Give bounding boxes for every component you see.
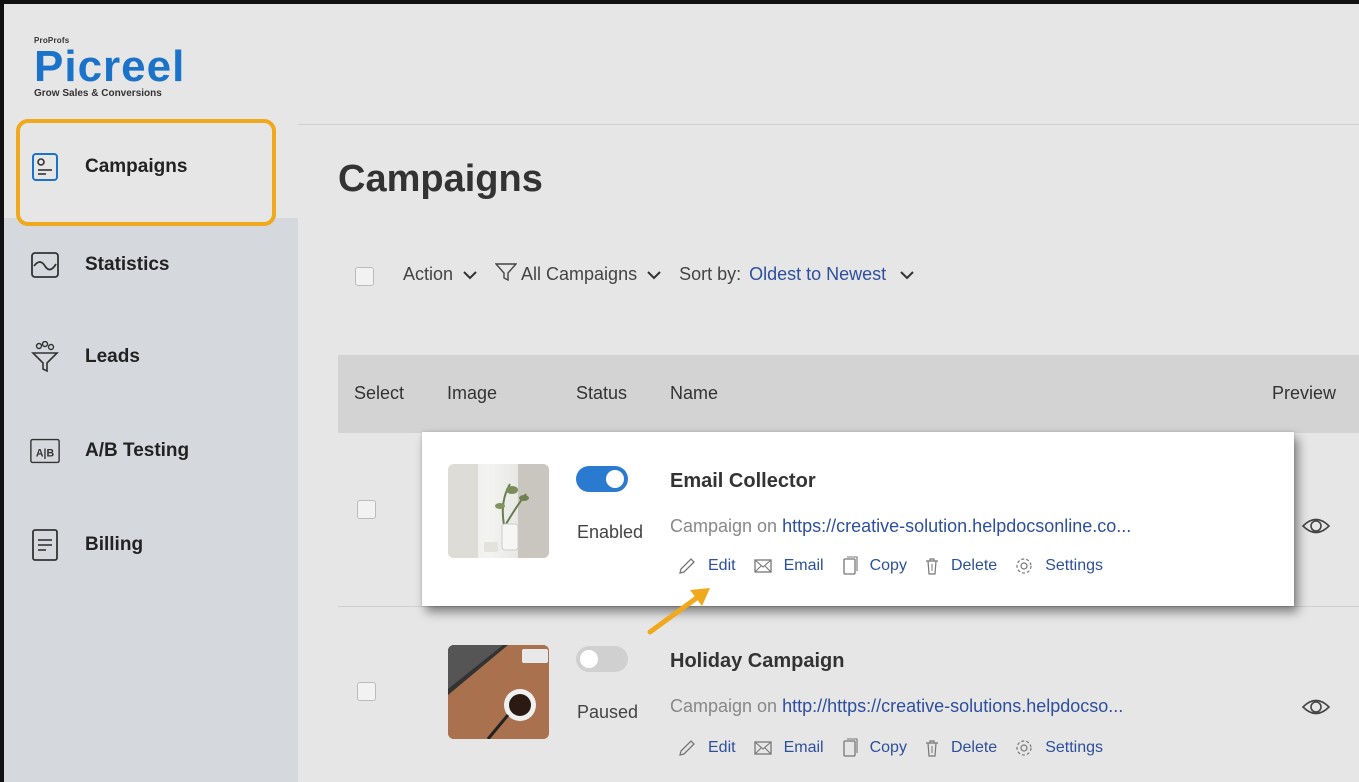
column-header-select: Select: [354, 383, 405, 403]
filter-dropdown[interactable]: All Campaigns: [494, 262, 679, 287]
campaign-thumbnail: [448, 464, 549, 558]
sidebar-item-statistics[interactable]: Statistics: [30, 250, 169, 280]
sidebar-item-ab-testing[interactable]: A|B A/B Testing: [30, 436, 189, 466]
filter-icon: [494, 262, 518, 287]
sort-dropdown[interactable]: Sort by: Oldest to Newest: [679, 264, 932, 285]
action-label: Email: [783, 557, 824, 574]
status-toggle[interactable]: [576, 646, 628, 672]
row-divider: [338, 606, 1359, 607]
funnel-icon: [30, 341, 60, 373]
copy-icon: [842, 738, 858, 757]
toggle-knob: [606, 470, 624, 488]
billing-icon: [30, 529, 60, 561]
row-actions: Edit Email Copy Delete Settings: [678, 738, 1121, 758]
delete-button[interactable]: Delete: [925, 557, 997, 575]
sidebar-item-label: Statistics: [85, 254, 170, 275]
sort-value: Oldest to Newest: [749, 264, 887, 284]
brand-product: Picreel: [34, 42, 186, 91]
edit-button[interactable]: Edit: [678, 739, 736, 757]
header-divider: [298, 124, 1359, 125]
gear-icon: [1016, 740, 1032, 756]
settings-button[interactable]: Settings: [1015, 557, 1103, 575]
table-row: Enabled Email Collector Campaign on http…: [422, 432, 1294, 606]
page-title: Campaigns: [338, 158, 543, 200]
sidebar-item-label: A/B Testing: [85, 440, 190, 461]
svg-text:A|B: A|B: [36, 447, 55, 459]
row-actions: Edit Email Copy Delete Settings: [678, 556, 1121, 576]
trash-icon: [925, 740, 938, 757]
column-header-image: Image: [447, 383, 498, 403]
action-dropdown[interactable]: Action: [403, 264, 495, 285]
campaign-icon: [30, 152, 60, 182]
action-label: Settings: [1045, 739, 1104, 756]
row-checkbox[interactable]: [357, 682, 376, 701]
copy-button[interactable]: Copy: [842, 738, 907, 758]
preview-eye-icon[interactable]: [1301, 516, 1331, 541]
status-text: Enabled: [577, 522, 644, 542]
toggle-knob: [580, 650, 598, 668]
action-label: Copy: [869, 739, 907, 756]
column-header-status: Status: [576, 383, 628, 403]
envelope-icon: [753, 559, 772, 573]
chevron-down-icon: [463, 264, 477, 285]
chevron-down-icon: [900, 264, 914, 285]
campaign-name[interactable]: Email Collector: [670, 470, 816, 493]
campaign-name[interactable]: Holiday Campaign: [670, 650, 844, 673]
delete-button[interactable]: Delete: [925, 739, 997, 757]
edit-button[interactable]: Edit: [678, 557, 736, 575]
chevron-down-icon: [647, 264, 661, 285]
brand-logo[interactable]: ProProfs Picreel Grow Sales & Conversion…: [34, 36, 185, 99]
action-label: Edit: [708, 739, 736, 756]
sidebar-item-label: Billing: [85, 534, 144, 555]
campaign-target-prefix: Campaign on: [670, 516, 778, 536]
campaign-target: Campaign on http://https://creative-solu…: [670, 696, 1123, 717]
sidebar-item-campaigns[interactable]: Campaigns: [30, 152, 187, 182]
email-button[interactable]: Email: [753, 557, 824, 575]
gear-icon: [1016, 558, 1032, 574]
action-label: Edit: [708, 557, 736, 574]
settings-button[interactable]: Settings: [1015, 739, 1103, 757]
row-checkbox[interactable]: [357, 500, 376, 519]
action-label: Action: [403, 264, 454, 284]
sort-prefix: Sort by:: [679, 264, 742, 284]
action-label: Delete: [950, 557, 998, 574]
status-text: Paused: [577, 702, 639, 722]
action-label: Copy: [869, 557, 907, 574]
envelope-icon: [753, 741, 772, 755]
ab-testing-icon: A|B: [30, 436, 60, 466]
filter-label: All Campaigns: [521, 264, 638, 284]
pencil-icon: [679, 558, 695, 574]
copy-icon: [842, 556, 858, 575]
column-header-name: Name: [670, 383, 719, 403]
email-button[interactable]: Email: [753, 739, 824, 757]
action-label: Delete: [950, 739, 998, 756]
sidebar-item-label: Leads: [85, 346, 140, 367]
copy-button[interactable]: Copy: [842, 556, 907, 576]
table-header: Select Image Status Name Preview: [338, 355, 1359, 433]
annotation-arrow-icon: [647, 588, 710, 635]
select-all-checkbox[interactable]: [355, 267, 374, 286]
campaign-url-link[interactable]: https://creative-solution.helpdocsonline…: [782, 516, 1131, 536]
campaign-url-link[interactable]: http://https://creative-solutions.helpdo…: [782, 696, 1123, 716]
preview-eye-icon[interactable]: [1301, 697, 1331, 722]
action-label: Email: [783, 739, 824, 756]
campaign-target: Campaign on https://creative-solution.he…: [670, 516, 1131, 537]
campaign-thumbnail: [448, 645, 549, 739]
sidebar-item-label: Campaigns: [85, 156, 188, 177]
status-toggle[interactable]: [576, 466, 628, 492]
trash-icon: [925, 558, 938, 575]
pencil-icon: [679, 740, 695, 756]
sidebar-item-billing[interactable]: Billing: [30, 529, 144, 561]
column-header-preview: Preview: [1272, 383, 1337, 403]
action-label: Settings: [1045, 557, 1104, 574]
sidebar: [4, 218, 298, 782]
toolbar: Action All Campaigns Sort by: Oldest to …: [355, 262, 932, 287]
campaign-target-prefix: Campaign on: [670, 696, 778, 716]
statistics-icon: [30, 250, 60, 280]
sidebar-item-leads[interactable]: Leads: [30, 341, 140, 373]
